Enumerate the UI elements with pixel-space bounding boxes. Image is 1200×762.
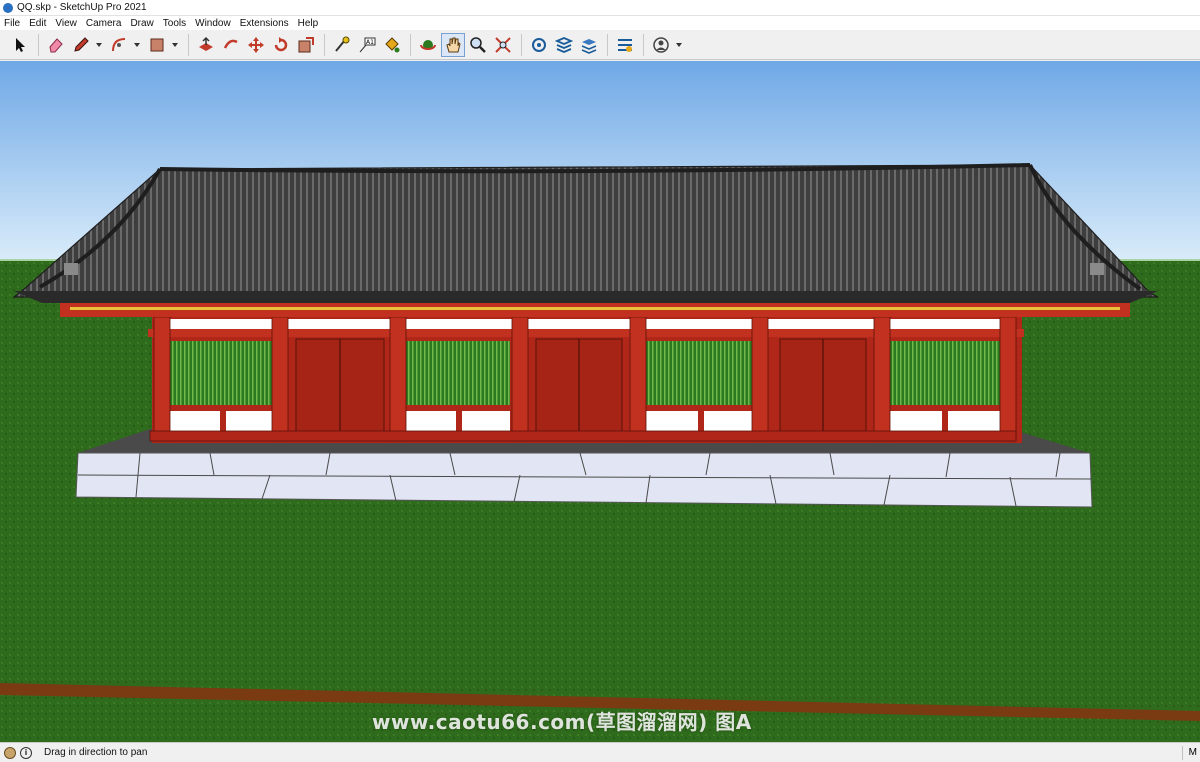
toolbar-separator — [410, 33, 411, 56]
menu-camera[interactable]: Camera — [86, 18, 122, 29]
scale-icon — [298, 36, 314, 52]
select-tool[interactable] — [8, 33, 32, 57]
zoom-tool[interactable] — [466, 33, 490, 57]
main-toolbar: A1 — [0, 30, 1200, 60]
paint-bucket-tool[interactable] — [380, 33, 404, 57]
rectangle-tool-dropdown[interactable] — [170, 33, 180, 57]
window-title: QQ.skp - SketchUp Pro 2021 — [17, 2, 147, 13]
line-tool[interactable] — [69, 33, 93, 57]
roof-eave — [14, 291, 1158, 303]
arc-icon — [112, 37, 126, 51]
menu-view[interactable]: View — [55, 18, 77, 29]
account-icon — [653, 36, 669, 53]
pan-tool[interactable] — [441, 32, 465, 57]
eave-bracket-details — [70, 307, 1120, 310]
watermark-text: www.caotu66.com(草图溜溜网) 图A — [372, 710, 752, 734]
text-icon: A1 — [359, 37, 376, 52]
toolbar-separator — [324, 33, 325, 56]
hand-icon — [446, 37, 461, 52]
rotate-tool[interactable] — [269, 33, 293, 57]
scale-tool[interactable] — [294, 33, 318, 57]
push-pull-icon — [199, 36, 213, 51]
zoom-extents-tool[interactable] — [491, 33, 515, 57]
sketchup-logo-icon — [3, 2, 13, 13]
warehouse-icon — [532, 37, 546, 52]
geo-location-icon[interactable] — [4, 746, 16, 759]
roof-ornament-right — [1090, 263, 1104, 275]
rotate-icon — [274, 36, 288, 51]
3d-viewport[interactable] — [0, 61, 1200, 742]
tape-measure-tool[interactable] — [330, 33, 354, 57]
extension-warehouse-tool[interactable] — [552, 33, 576, 57]
stone-plinth — [75, 452, 1093, 508]
measurements-label: M — [1181, 746, 1197, 760]
account-tool[interactable] — [649, 33, 673, 57]
menu-tools[interactable]: Tools — [163, 18, 186, 29]
lattice-window-2 — [406, 341, 510, 405]
toolbar-separator — [38, 33, 39, 56]
menu-window[interactable]: Window — [195, 18, 231, 29]
lattice-window-4 — [890, 341, 1000, 405]
arrow-icon — [16, 37, 25, 52]
arc-tool-dropdown[interactable] — [132, 33, 142, 57]
toolbar-separator — [188, 33, 189, 56]
tape-icon — [335, 36, 350, 52]
line-tool-dropdown[interactable] — [94, 33, 104, 57]
rectangle-tool[interactable] — [145, 33, 169, 57]
layout-tool[interactable] — [577, 33, 601, 57]
account-dropdown[interactable] — [674, 33, 684, 57]
menu-help[interactable]: Help — [298, 18, 319, 29]
pencil-icon — [74, 36, 89, 52]
sill-beam — [149, 430, 1017, 442]
orbit-tool[interactable] — [416, 33, 440, 57]
extension-icon — [555, 36, 573, 53]
menu-file[interactable]: File — [4, 18, 20, 29]
toolbar-separator — [607, 33, 608, 56]
orbit-icon — [420, 39, 436, 50]
paint-icon — [385, 36, 400, 52]
info-icon[interactable]: i — [20, 746, 32, 759]
menu-draw[interactable]: Draw — [130, 18, 153, 29]
doors — [295, 338, 867, 434]
zoom-extents-icon — [495, 36, 511, 53]
toolbar-separator — [643, 33, 644, 56]
extension-manager-icon — [618, 38, 632, 52]
zoom-icon — [470, 36, 486, 53]
eraser-tool[interactable] — [44, 33, 68, 57]
model-scene — [0, 61, 1200, 742]
title-bar: QQ.skp - SketchUp Pro 2021 — [0, 0, 1200, 16]
move-icon — [248, 36, 264, 53]
status-message: Drag in direction to pan — [44, 747, 148, 758]
layers-icon — [581, 38, 597, 54]
follow-me-icon — [223, 39, 238, 49]
menu-extensions[interactable]: Extensions — [240, 18, 289, 29]
follow-me-tool[interactable] — [219, 33, 243, 57]
extension-manager-tool[interactable] — [613, 33, 637, 57]
menu-edit[interactable]: Edit — [29, 18, 46, 29]
move-tool[interactable] — [244, 33, 268, 57]
status-bar: i Drag in direction to pan M — [0, 742, 1200, 762]
lattice-window-3 — [646, 341, 754, 405]
rectangle-icon — [150, 38, 164, 51]
warehouse-tool[interactable] — [527, 33, 551, 57]
arc-tool[interactable] — [107, 33, 131, 57]
text-tool[interactable]: A1 — [355, 33, 379, 57]
svg-text:A1: A1 — [366, 39, 374, 46]
push-pull-tool[interactable] — [194, 33, 218, 57]
menu-bar: File Edit View Camera Draw Tools Window … — [0, 16, 1200, 30]
roof-ornament-left — [64, 263, 78, 275]
toolbar-separator — [521, 33, 522, 56]
lattice-window-1 — [170, 341, 274, 405]
roof — [12, 164, 1159, 298]
eraser-icon — [49, 37, 63, 52]
